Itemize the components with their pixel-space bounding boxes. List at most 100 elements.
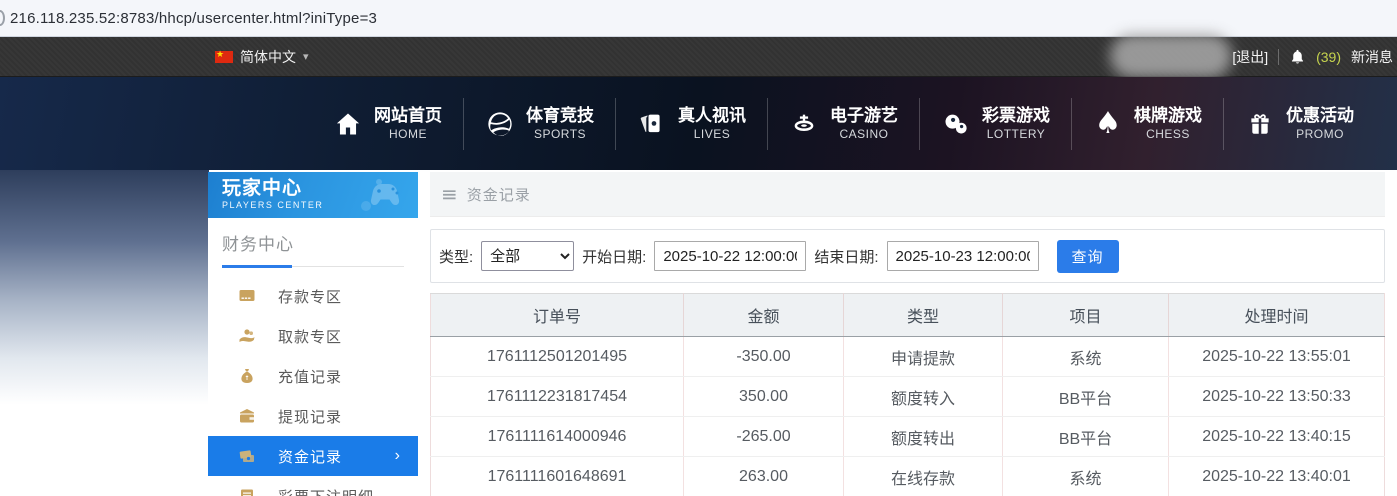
chevron-down-icon: ▾ [303,51,309,63]
nav-label-en: PROMO [1296,126,1344,141]
top-utility-bar: ★ 简体中文 ▾ [退出] (39) 新消息 [0,34,1397,78]
cell-amount: 350.00 [683,376,844,417]
nav-item-promo[interactable]: 优惠活动 PROMO [1224,77,1375,170]
end-date-input[interactable] [886,241,1039,271]
background-gradient [0,170,209,496]
nav-item-sports[interactable]: 体育竞技 SPORTS [464,77,615,170]
filter-panel: 类型: 全部 开始日期: 结束日期: 查询 [430,229,1385,283]
breadcrumb: ≡ 资金记录 [430,172,1385,217]
start-date-input[interactable] [654,241,807,271]
sidebar-item-recharge[interactable]: 充值记录 [208,356,418,396]
sidebar-section: 财务中心 [208,218,418,268]
column-header-processed-time: 处理时间 [1168,293,1385,337]
message-count-badge[interactable]: (39) [1316,49,1341,65]
username-redacted-blob [1110,34,1232,78]
nav-item-casino[interactable]: 电子游艺 CASINO [768,77,919,170]
cell-time: 2025-10-22 13:40:15 [1168,416,1385,457]
nav-label-zh: 电子游艺 [830,106,898,126]
sidebar-item-label: 取款专区 [278,328,343,346]
cell-amount: -350.00 [683,336,844,377]
column-header-amount: 金额 [683,293,844,337]
nav-label-zh: 网站首页 [374,106,442,126]
spade-icon: ♠ [1094,105,1122,141]
funds-records-table: 订单号 金额 类型 项目 处理时间 1761112501201495 -350.… [430,293,1385,496]
lottery-balls-icon [941,109,971,139]
cell-order-no: 1761111614000946 [430,416,684,457]
sidebar-header: 玩家中心 PLAYERS CENTER [208,172,418,218]
document-icon [238,487,256,496]
search-button[interactable]: 查询 [1056,239,1119,273]
table-row: 1761111601648691 263.00 在线存款 系统 2025-10-… [430,456,1385,496]
cell-type: 在线存款 [843,456,1003,496]
language-selector[interactable]: ★ 简体中文 ▾ [215,47,309,67]
url-text[interactable]: 216.118.235.52:8783/hhcp/usercenter.html… [10,10,377,27]
player-center-sidebar: 玩家中心 PLAYERS CENTER 财务中心 存款专区 取款专区 充值记录 … [208,172,418,496]
cell-order-no: 1761111601648691 [430,456,684,496]
type-filter-label: 类型: [439,248,474,266]
top-right-group: [退出] (39) 新消息 [1232,37,1393,77]
cell-type: 额度转出 [843,416,1003,457]
nav-label-zh: 体育竞技 [526,106,594,126]
browser-url-bar: 216.118.235.52:8783/hhcp/usercenter.html… [0,0,1397,37]
china-flag-icon: ★ [215,49,233,63]
cell-order-no: 1761112231817454 [430,376,684,417]
logout-button[interactable]: [退出] [1232,47,1268,67]
table-row: 1761112231817454 350.00 额度转入 BB平台 2025-1… [430,376,1385,417]
cell-time: 2025-10-22 13:55:01 [1168,336,1385,377]
withdraw-hand-icon [238,327,256,345]
nav-label-en: CASINO [839,126,889,141]
nav-item-chess[interactable]: ♠ 棋牌游戏 CHESS [1072,77,1223,170]
section-underline [222,265,404,268]
sidebar-menu: 存款专区 取款专区 充值记录 提现记录 资金记录 › [208,276,418,496]
playing-cards-icon [637,109,667,139]
cell-project: 系统 [1002,336,1169,377]
page: 216.118.235.52:8783/hhcp/usercenter.html… [0,0,1397,496]
sidebar-item-withdrawal-records[interactable]: 提现记录 [208,396,418,436]
sidebar-item-funds-records[interactable]: 资金记录 › [208,436,418,476]
cell-project: 系统 [1002,456,1169,496]
nav-label-en: CHESS [1146,126,1190,141]
chevron-right-icon: › [394,447,400,464]
divider [1278,49,1280,65]
nav-label-zh: 优惠活动 [1286,106,1354,126]
nav-item-lottery[interactable]: 彩票游戏 LOTTERY [920,77,1071,170]
nav-label-zh: 真人视讯 [678,106,746,126]
end-date-label: 结束日期: [814,248,879,266]
nav-label-en: LOTTERY [986,126,1046,141]
start-date-label: 开始日期: [582,248,647,266]
nav-label-en: LIVES [693,126,731,141]
nav-item-home[interactable]: 网站首页 HOME [312,77,463,170]
main-navigation-bar: 网站首页 HOME 体育竞技 SPORTS 真人视讯 LIVES 电子游艺 CA… [0,77,1397,170]
sidebar-item-deposit[interactable]: 存款专区 [208,276,418,316]
gift-icon [1245,109,1275,139]
sidebar-item-label: 提现记录 [278,408,343,426]
finance-center-heading: 财务中心 [222,235,294,254]
table-row: 1761112501201495 -350.00 申请提款 系统 2025-10… [430,336,1385,377]
cell-time: 2025-10-22 13:40:01 [1168,456,1385,496]
deposit-card-icon [238,287,256,305]
nav-item-lives[interactable]: 真人视讯 LIVES [616,77,767,170]
column-header-type: 类型 [843,293,1003,337]
type-select[interactable]: 全部 [481,241,575,271]
hamburger-icon: ≡ [441,182,458,206]
table-row: 1761111614000946 -265.00 额度转出 BB平台 2025-… [430,416,1385,457]
sidebar-item-label: 资金记录 [278,448,343,466]
cell-time: 2025-10-22 13:50:33 [1168,376,1385,417]
gamepad-icon [361,179,400,211]
new-messages-link[interactable]: 新消息 [1351,47,1393,67]
nav-label-en: SPORTS [533,126,587,141]
table-header-row: 订单号 金额 类型 项目 处理时间 [430,293,1385,337]
sidebar-item-withdraw[interactable]: 取款专区 [208,316,418,356]
browser-ui-fragment [0,10,5,26]
nav-label-zh: 棋牌游戏 [1134,106,1202,126]
bell-icon[interactable] [1289,48,1306,66]
sidebar-item-lottery-bets[interactable]: 彩票下注明细 [208,476,418,496]
wallet-icon [238,407,256,425]
nav-label-en: HOME [389,126,427,141]
cell-project: BB平台 [1002,376,1169,417]
sidebar-item-label: 彩票下注明细 [278,486,374,496]
cell-amount: 263.00 [683,456,844,496]
cell-amount: -265.00 [683,416,844,457]
sidebar-item-label: 存款专区 [278,288,343,306]
roulette-icon [789,109,819,139]
